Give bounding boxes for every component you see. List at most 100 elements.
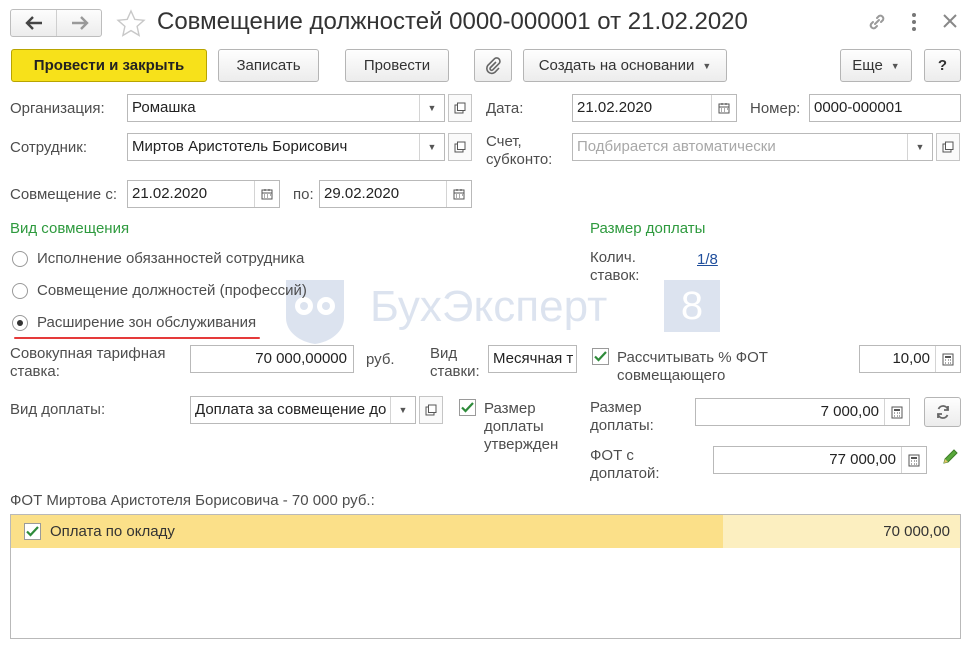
- page-title: Совмещение должностей 0000-000001 от 21.…: [157, 8, 748, 35]
- tariff-value: 70 000,00000: [255, 350, 347, 367]
- calculator-icon[interactable]: [901, 447, 926, 473]
- nav-buttons: [10, 9, 102, 37]
- account-label: Счет, субконто:: [486, 133, 553, 168]
- calculator-icon[interactable]: [935, 346, 960, 372]
- row-checkbox[interactable]: [24, 523, 41, 540]
- organization-label: Организация:: [10, 100, 105, 117]
- red-underline: [14, 337, 260, 339]
- combine-to-field[interactable]: 29.02.2020: [319, 180, 472, 208]
- dropdown-icon[interactable]: ▼: [419, 95, 444, 121]
- arrow-right-icon: [71, 16, 89, 30]
- more-button[interactable]: Еще ▼: [840, 49, 912, 82]
- rates-count-link[interactable]: 1/8: [697, 251, 718, 268]
- tariff-field[interactable]: 70 000,00000: [190, 345, 354, 373]
- combine-to-value: 29.02.2020: [324, 185, 400, 202]
- pay-kind-open-button[interactable]: [419, 396, 443, 424]
- fot-value: 77 000,00: [829, 451, 896, 468]
- organization-open-button[interactable]: [448, 94, 472, 122]
- fot-field[interactable]: 77 000,00: [713, 446, 927, 474]
- calculator-icon[interactable]: [884, 399, 909, 425]
- favorite-star-icon[interactable]: [116, 9, 146, 43]
- back-button[interactable]: [11, 10, 57, 36]
- chevron-down-icon: ▼: [890, 60, 900, 71]
- close-icon[interactable]: [942, 13, 958, 34]
- attach-button[interactable]: [474, 49, 512, 82]
- tariff-unit: руб.: [366, 351, 395, 368]
- pay-kind-value: Доплата за совмещение до: [195, 401, 387, 418]
- tariff-label: Совокупная тарифная ставка:: [10, 345, 166, 380]
- percent-field[interactable]: 10,00: [859, 345, 961, 373]
- post-button[interactable]: Провести: [345, 49, 449, 82]
- date-label: Дата:: [486, 100, 524, 117]
- calendar-icon[interactable]: [711, 95, 736, 121]
- date-field[interactable]: 21.02.2020: [572, 94, 737, 122]
- calc-percent-checkbox[interactable]: [592, 348, 609, 365]
- percent-value: 10,00: [892, 350, 930, 367]
- organization-value: Ромашка: [132, 99, 196, 116]
- open-form-icon: [425, 404, 437, 416]
- table-row[interactable]: Оплата по окладу 70 000,00: [11, 515, 960, 548]
- kind-section-title: Вид совмещения: [10, 220, 130, 237]
- combine-to-label: по:: [293, 186, 314, 203]
- number-label: Номер:: [750, 100, 801, 117]
- save-button[interactable]: Записать: [218, 49, 319, 82]
- refresh-icon: [936, 405, 949, 419]
- rate-kind-value: Месячная т: [493, 350, 574, 367]
- rate-kind-label: Вид ставки:: [430, 345, 480, 380]
- surcharge-section-title: Размер доплаты: [590, 220, 706, 237]
- post-and-close-button[interactable]: Провести и закрыть: [11, 49, 207, 82]
- radio-option-acting[interactable]: [12, 251, 28, 267]
- radio-option-combination[interactable]: [12, 283, 28, 299]
- create-based-on-button[interactable]: Создать на основании ▼: [523, 49, 727, 82]
- number-field[interactable]: 0000-000001: [809, 94, 961, 122]
- row-name: Оплата по окладу: [50, 523, 175, 540]
- employee-value: Миртов Аристотель Борисович: [132, 138, 348, 155]
- link-icon[interactable]: [866, 11, 888, 38]
- checkmark-icon: [594, 351, 607, 362]
- date-value: 21.02.2020: [577, 99, 653, 116]
- amount-label: Размер доплаты:: [590, 399, 654, 434]
- help-button[interactable]: ?: [924, 49, 961, 82]
- account-field[interactable]: Подбирается автоматически ▼: [572, 133, 933, 161]
- rate-kind-field[interactable]: Месячная т: [488, 345, 577, 373]
- more-label: Еще: [852, 57, 883, 74]
- dropdown-icon[interactable]: ▼: [419, 134, 444, 160]
- edit-pencil-icon[interactable]: [941, 446, 961, 471]
- checkmark-icon: [461, 402, 474, 413]
- account-placeholder: Подбирается автоматически: [577, 138, 776, 155]
- dropdown-icon[interactable]: ▼: [907, 134, 932, 160]
- row-amount: 70 000,00: [883, 523, 950, 540]
- dropdown-icon[interactable]: ▼: [390, 397, 415, 423]
- open-form-icon: [454, 102, 466, 114]
- calc-percent-label: Рассчитывать % ФОТ совмещающего: [617, 349, 768, 384]
- fot-label: ФОТ с доплатой:: [590, 447, 660, 482]
- menu-more-icon[interactable]: [909, 10, 919, 34]
- radio-label-combination: Совмещение должностей (профессий): [37, 282, 307, 299]
- employee-open-button[interactable]: [448, 133, 472, 161]
- amount-field[interactable]: 7 000,00: [695, 398, 910, 426]
- create-based-on-label: Создать на основании: [538, 57, 695, 74]
- calendar-icon[interactable]: [446, 181, 471, 207]
- rates-count-label: Колич. ставок:: [590, 249, 640, 284]
- approved-label: Размер доплаты утвержден: [484, 400, 559, 453]
- amount-value: 7 000,00: [820, 403, 879, 420]
- approved-checkbox[interactable]: [459, 399, 476, 416]
- account-open-button[interactable]: [936, 133, 960, 161]
- arrow-left-icon: [24, 16, 42, 30]
- number-value: 0000-000001: [814, 99, 903, 116]
- combine-from-value: 21.02.2020: [132, 185, 208, 202]
- forward-button[interactable]: [57, 10, 102, 36]
- fot-table: Оплата по окладу 70 000,00: [10, 514, 961, 639]
- pay-kind-field[interactable]: Доплата за совмещение до ▼: [190, 396, 416, 424]
- open-form-icon: [942, 141, 954, 153]
- fot-table-caption: ФОТ Миртова Аристотеля Борисовича - 70 0…: [10, 492, 375, 509]
- calendar-icon[interactable]: [254, 181, 279, 207]
- organization-field[interactable]: Ромашка ▼: [127, 94, 445, 122]
- watermark-text: БухЭксперт: [370, 282, 608, 331]
- refresh-button[interactable]: [924, 397, 961, 427]
- combine-from-field[interactable]: 21.02.2020: [127, 180, 280, 208]
- employee-field[interactable]: Миртов Аристотель Борисович ▼: [127, 133, 445, 161]
- radio-option-expansion[interactable]: [12, 315, 28, 331]
- chevron-down-icon: ▼: [702, 60, 712, 71]
- paperclip-icon: [486, 56, 501, 74]
